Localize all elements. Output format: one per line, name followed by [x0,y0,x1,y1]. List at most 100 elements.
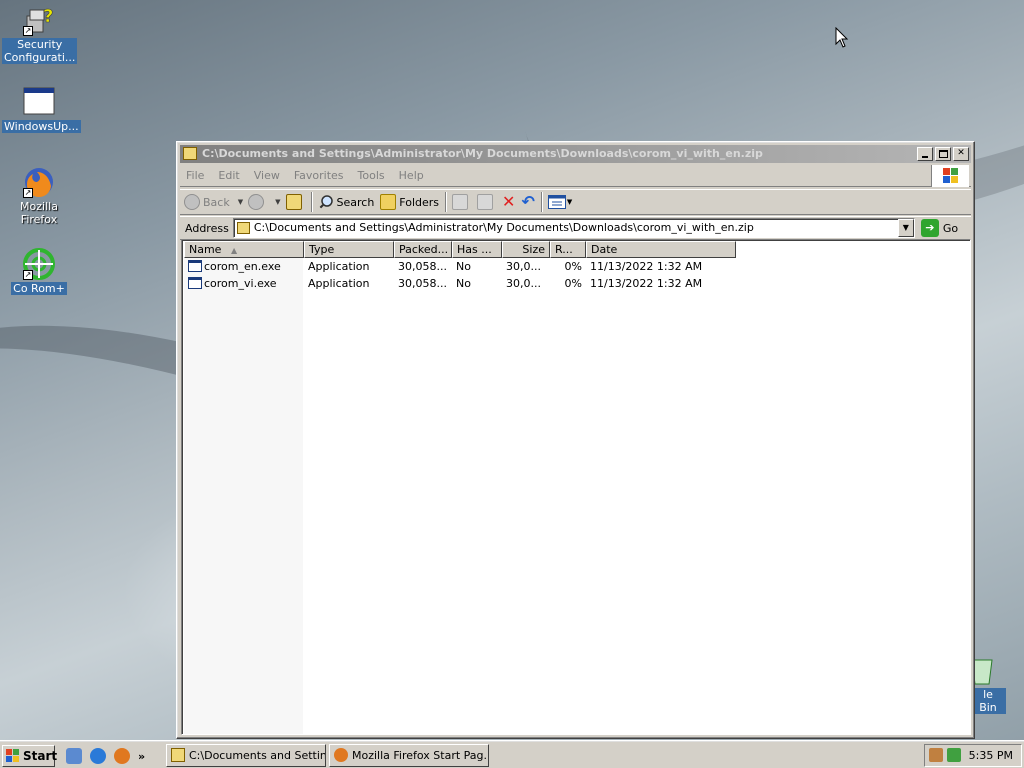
desktop-icon-windows-update[interactable]: WindowsUp... [2,86,81,133]
column-header-name[interactable]: Name ▲ [184,241,304,258]
desktop-icon-security-configuration[interactable]: ? ↗ Security Configurati... [2,4,78,64]
explorer-window: C:\Documents and Settings\Administrator\… [176,141,975,739]
cell-has-password: No [456,260,471,273]
cell-packed: 30,058... [398,260,447,273]
quick-launch: » [62,745,145,767]
menu-favorites[interactable]: Favorites [294,169,344,182]
task-label: Mozilla Firefox Start Pag... [352,749,489,762]
toolbar-separator [310,192,313,212]
folders-label: Folders [399,195,440,209]
address-label: Address [185,221,229,235]
address-dropdown-button[interactable]: ▼ [897,219,914,237]
desktop-icon-co-rom[interactable]: ↗ Co Rom+ [2,248,76,295]
svg-text:?: ? [43,6,53,27]
table-row[interactable]: corom_vi.exe Application 30,058... No 30… [184,275,736,292]
search-button[interactable]: Search [317,194,375,210]
windows-flag-icon [6,749,20,763]
list-header: Name ▲ Type Packed... Has ... Size R... … [184,241,736,258]
zip-folder-icon [236,222,250,234]
window-title: C:\Documents and Settings\Administrator\… [202,147,763,160]
corom-icon: ↗ [23,248,55,280]
maximize-button[interactable] [935,147,951,161]
views-icon [547,195,566,209]
cell-ratio: 0% [564,260,582,273]
start-button[interactable]: Start [2,745,58,767]
system-tray: 5:35 PM [924,744,1022,767]
search-label: Search [336,195,375,209]
desktop-icon-label: Mozilla Firefox [20,200,58,226]
clock[interactable]: 5:35 PM [969,749,1013,762]
standard-toolbar: Back ▼ ▼ Search Folders ✕ ↶ ▼ [180,189,971,215]
column-header-packed[interactable]: Packed... [394,241,452,258]
move-to-icon [452,194,469,210]
minimize-button[interactable] [917,147,933,161]
menu-help[interactable]: Help [399,169,424,182]
views-button[interactable]: ▼ [547,195,573,209]
up-folder-icon [285,194,302,210]
close-button[interactable]: ✕ [953,147,969,161]
desktop-icon-label: WindowsUp... [2,120,81,133]
task-explorer-window[interactable]: C:\Documents and Settin... [166,744,326,767]
forward-dropdown[interactable]: ▼ [275,198,280,206]
windows-logo [931,165,969,187]
firefox-icon: ↗ [23,166,55,198]
firefox-icon[interactable] [114,748,130,764]
sorted-column-highlight [184,258,303,734]
menu-view[interactable]: View [254,169,280,182]
desktop-icon-mozilla-firefox[interactable]: ↗ Mozilla Firefox [2,166,76,226]
column-header-type[interactable]: Type [304,241,394,258]
tray-network-icon[interactable] [947,748,961,762]
cell-size: 30,0... [506,277,541,290]
column-header-has-password[interactable]: Has ... [452,241,502,258]
back-arrow-icon [184,194,200,210]
cell-date: 11/13/2022 1:32 AM [590,260,703,273]
cell-ratio: 0% [564,277,582,290]
tray-security-icon[interactable] [929,748,943,762]
go-arrow-icon: ➔ [920,219,939,237]
menu-file[interactable]: File [186,169,204,182]
address-input[interactable]: C:\Documents and Settings\Administrator\… [232,218,915,238]
back-button[interactable]: Back [184,194,230,210]
move-to-button[interactable] [452,194,471,210]
folders-button[interactable]: Folders [380,194,439,210]
column-header-ratio[interactable]: R... [550,241,586,258]
security-wizard-icon: ? ↗ [23,4,55,36]
forward-button[interactable] [248,194,267,210]
back-dropdown[interactable]: ▼ [238,198,243,206]
mouse-cursor-icon [835,27,849,48]
cell-date: 11/13/2022 1:32 AM [590,277,703,290]
exe-file-icon [188,277,202,289]
firefox-icon [334,748,348,762]
cell-size: 30,0... [506,260,541,273]
taskbar: Start » C:\Documents and Settin... Mozil… [0,740,1024,768]
show-desktop-icon[interactable] [66,748,82,764]
copy-to-button[interactable] [477,194,496,210]
menu-tools[interactable]: Tools [358,169,385,182]
search-icon [317,195,333,210]
desktop-icon-label: Co Rom+ [11,282,67,295]
column-header-size[interactable]: Size [502,241,550,258]
file-list[interactable]: Name ▲ Type Packed... Has ... Size R... … [181,239,971,735]
address-value: C:\Documents and Settings\Administrator\… [253,221,754,234]
quick-launch-more-icon[interactable]: » [138,750,145,763]
exe-file-icon [188,260,202,272]
application-window-icon [23,86,55,118]
table-row[interactable]: corom_en.exe Application 30,058... No 30… [184,258,736,275]
delete-button[interactable]: ✕ [502,194,515,210]
views-dropdown-icon: ▼ [566,198,573,206]
task-firefox-window[interactable]: Mozilla Firefox Start Pag... [329,744,489,767]
menu-bar: File Edit View Favorites Tools Help [180,165,971,187]
start-label: Start [23,749,58,763]
menu-edit[interactable]: Edit [218,169,239,182]
cell-has-password: No [456,277,471,290]
go-label: Go [942,221,959,235]
up-folder-button[interactable] [285,194,305,210]
column-header-date[interactable]: Date [586,241,736,258]
zip-folder-icon [183,147,197,160]
cell-type: Application [308,260,370,273]
undo-icon: ↶ [521,192,535,211]
go-button[interactable]: ➔ Go [920,219,959,237]
internet-explorer-icon[interactable] [90,748,106,764]
undo-button[interactable]: ↶ [521,194,534,210]
window-titlebar[interactable]: C:\Documents and Settings\Administrator\… [180,145,971,163]
